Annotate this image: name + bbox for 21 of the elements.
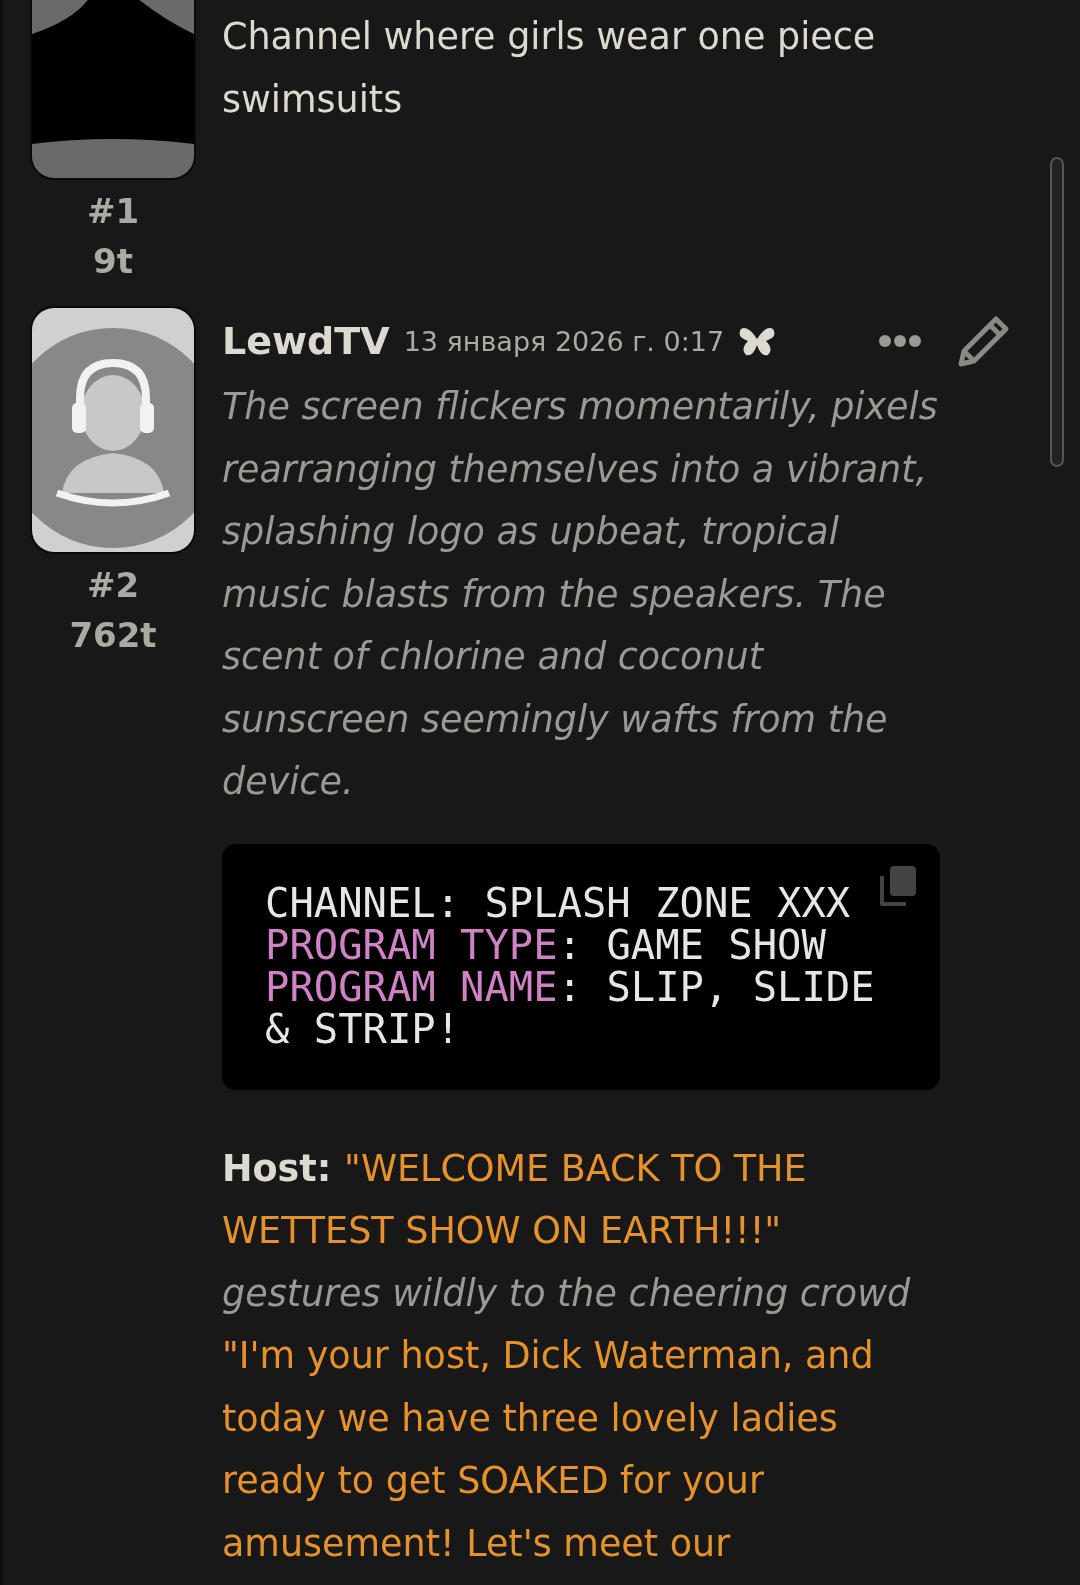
message-number: #2	[86, 564, 140, 607]
token-count: 762t	[69, 614, 157, 657]
avatar[interactable]	[32, 0, 194, 178]
avatar-headphones-icon	[32, 308, 194, 552]
pencil-icon[interactable]	[958, 315, 1010, 367]
butterfly-icon	[738, 325, 777, 357]
code-line: PROGRAM NAME: SLIP, SLIDE & STRIP!	[265, 965, 876, 1050]
avatar[interactable]	[32, 308, 194, 552]
message-number: #1	[86, 190, 140, 233]
message-paragraph: Channel where girls wear one piece swimsuits	[222, 14, 877, 123]
sender-name: LewdTV	[222, 319, 390, 363]
code-line: CHANNEL: SPLASH ZONE XXX	[265, 881, 851, 924]
avatar-silhouette-icon	[32, 0, 194, 178]
message-paragraph: Host: "WELCOME BACK TO THE WETTEST SHOW ON EARTH!!!" gestures wildly to the cheering crowd "I'm your host, Dick Waterman, and today we have three lovely ladies ready to get SOAKED for your amusement! Let's meet our	[222, 1145, 912, 1567]
copy-icon[interactable]	[880, 865, 916, 906]
message-paragraph: The screen flickers momentarily, pixels rearranging themselves into a vibrant, splashing logo as upbeat, tropical music blasts from the speakers. The scent of chlorine and coconut sunscreen seemingly wafts from the device.	[222, 384, 939, 805]
code-line: PROGRAM TYPE: GAME SHOW	[265, 923, 826, 966]
scrollbar[interactable]	[1050, 157, 1064, 467]
token-count: 9t	[93, 240, 133, 283]
more-icon[interactable]	[878, 334, 922, 348]
message-date: 13 января 2026 г. 0:17	[403, 325, 725, 357]
